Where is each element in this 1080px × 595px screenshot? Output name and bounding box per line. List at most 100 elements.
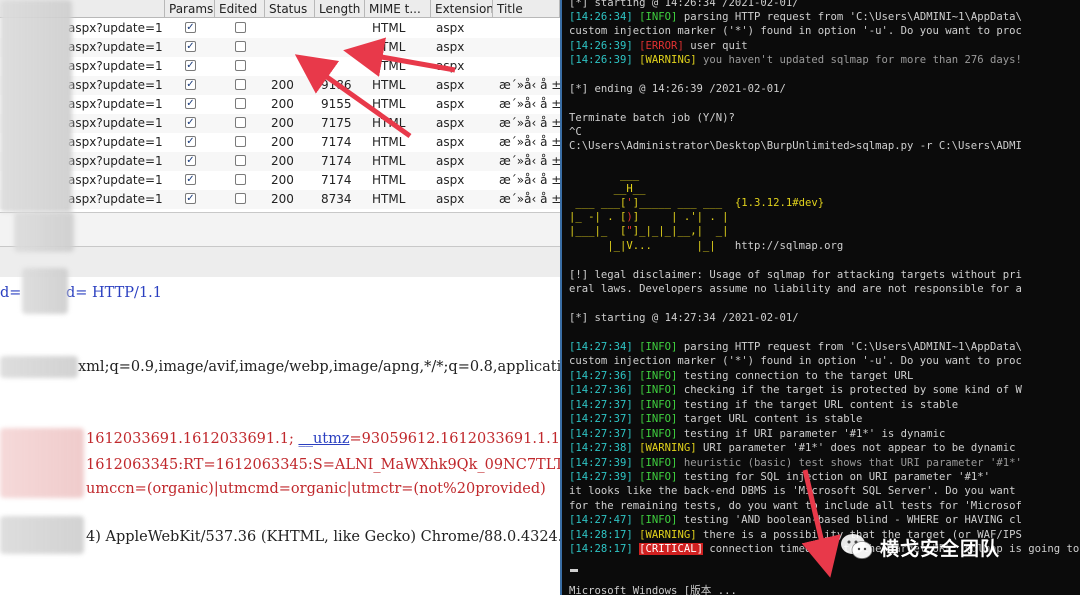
table-row[interactable]: aspx?update=1... ✓ HTML aspx — [0, 19, 560, 38]
sqlmap-logo: __H__ — [569, 183, 646, 195]
cell-mime: HTML — [372, 192, 406, 206]
request-line-tail: d= HTTP/1.1 — [66, 285, 162, 301]
cell-extension: aspx — [436, 192, 465, 206]
edited-checkbox[interactable] — [235, 98, 246, 109]
edited-checkbox[interactable] — [235, 22, 246, 33]
table-row[interactable]: aspx?update=1... ✓ 200 7174 HTML aspx æ´»å‹ å … — [0, 133, 560, 152]
terminal-line: [*] ending @ 14:26:39 /2021-02-01/ — [569, 83, 786, 95]
cell-title: æ´»å‹ å ±å — [499, 97, 560, 111]
sqlmap-terminal[interactable]: [*] starting @ 14:26:34 /2021-02-01/ [14… — [560, 0, 1080, 595]
cell-length: 7174 — [321, 173, 352, 187]
proxy-history-table: Params Edited Status Length MIME t... Ex… — [0, 0, 560, 213]
cell-extension: aspx — [436, 21, 465, 35]
cell-length: 9155 — [321, 97, 352, 111]
blur-mask-ua — [0, 516, 84, 554]
column-header-mime[interactable]: MIME t... — [365, 0, 431, 18]
cell-title: æ´»å‹ å ±å — [499, 135, 560, 149]
params-checkbox[interactable]: ✓ — [185, 98, 196, 109]
terminal-line: it looks like the back-end DBMS is 'Micr… — [569, 485, 1016, 497]
column-header-extension[interactable]: Extension — [431, 0, 493, 18]
terminal-line: [14:27:37] [INFO] testing if URI paramet… — [569, 428, 946, 440]
terminal-line: custom injection marker ('*') found in o… — [569, 25, 1022, 37]
column-header-title[interactable]: Title — [493, 0, 560, 18]
params-checkbox[interactable]: ✓ — [185, 60, 196, 71]
edited-checkbox[interactable] — [235, 60, 246, 71]
cell-extension: aspx — [436, 154, 465, 168]
column-header-params[interactable]: Params — [165, 0, 215, 18]
request-editor[interactable]: d= d= HTTP/1.1 xml;q=0.9,image/avif,imag… — [0, 277, 560, 595]
cell-status: 200 — [271, 135, 294, 149]
cell-title — [499, 57, 560, 76]
cell-extension: aspx — [436, 135, 465, 149]
cell-title: æ´»å‹ å ±å — [499, 78, 560, 92]
params-checkbox[interactable]: ✓ — [185, 174, 196, 185]
edited-checkbox[interactable] — [235, 193, 246, 204]
cell-mime: HTML — [372, 116, 406, 130]
terminal-line: [14:27:34] [INFO] parsing HTTP request f… — [569, 341, 1022, 353]
blur-mask-request — [22, 268, 68, 314]
cell-length — [321, 19, 361, 38]
terminal-line: Terminate batch job (Y/N)? — [569, 112, 735, 124]
cell-length: 7174 — [321, 154, 352, 168]
cell-mime: HTML — [372, 135, 406, 149]
cell-url: aspx?update=1... — [68, 59, 163, 73]
cell-status: 200 — [271, 116, 294, 130]
cell-length: 7174 — [321, 135, 352, 149]
cell-mime: HTML — [372, 59, 406, 73]
terminal-line: [14:27:38] [WARNING] URI parameter '#1*'… — [569, 442, 1016, 454]
cookie-value-3: umccn=(organic)|utmcmd=organic|utmctr=(n… — [86, 481, 546, 497]
cell-extension: aspx — [436, 173, 465, 187]
params-checkbox[interactable]: ✓ — [185, 41, 196, 52]
params-checkbox[interactable]: ✓ — [185, 79, 196, 90]
cell-title: æ´»å‹ å ±å — [499, 192, 560, 206]
cell-title: æ´»å‹ å ±å — [499, 116, 560, 130]
params-checkbox[interactable]: ✓ — [185, 117, 196, 128]
terminal-line: [14:28:17] [CRITICAL] connection timed o… — [569, 543, 1080, 555]
terminal-line: [14:27:36] [INFO] testing connection to … — [569, 370, 914, 382]
edited-checkbox[interactable] — [235, 117, 246, 128]
cell-status: 200 — [271, 173, 294, 187]
terminal-cursor — [570, 569, 578, 572]
blur-mask-gap — [14, 212, 74, 252]
table-row[interactable]: aspx?update=1... ✓ HTML aspx — [0, 38, 560, 57]
request-line-param: d= — [0, 285, 22, 301]
params-checkbox[interactable]: ✓ — [185, 155, 196, 166]
edited-checkbox[interactable] — [235, 155, 246, 166]
edited-checkbox[interactable] — [235, 79, 246, 90]
terminal-line: ^C — [569, 126, 582, 138]
cell-mime: HTML — [372, 21, 406, 35]
cookie-value-2: 1612063345:RT=1612063345:S=ALNI_MaWXhk9Q… — [86, 457, 560, 473]
cell-url: aspx?update=1... — [68, 173, 163, 187]
params-checkbox[interactable]: ✓ — [185, 136, 196, 147]
cell-extension: aspx — [436, 97, 465, 111]
column-header-status[interactable]: Status — [265, 0, 315, 18]
params-checkbox[interactable]: ✓ — [185, 193, 196, 204]
edited-checkbox[interactable] — [235, 136, 246, 147]
table-row[interactable]: aspx?update=1... ✓ 200 7174 HTML aspx æ´»å‹ å … — [0, 152, 560, 171]
message-editor-tabs — [0, 246, 560, 278]
table-row[interactable]: aspx?update=1... ✓ 200 9186 HTML aspx æ´»å‹ å … — [0, 76, 560, 95]
cell-status: 200 — [271, 192, 294, 206]
cell-extension: aspx — [436, 40, 465, 54]
terminal-line: [14:26:34] [INFO] parsing HTTP request f… — [569, 11, 1022, 23]
column-header-length[interactable]: Length — [315, 0, 365, 18]
sqlmap-logo: ___ — [569, 169, 640, 181]
params-checkbox[interactable]: ✓ — [185, 22, 196, 33]
cell-status — [271, 38, 311, 57]
cell-length — [321, 57, 361, 76]
edited-checkbox[interactable] — [235, 174, 246, 185]
table-row[interactable]: aspx?update=1... ✓ 200 7174 HTML aspx æ´»å‹ å … — [0, 171, 560, 190]
table-row[interactable]: aspx?update=1... ✓ 200 8734 HTML aspx æ´»å‹ å … — [0, 190, 560, 209]
cell-url: aspx?update=1... — [68, 97, 163, 111]
table-row[interactable]: aspx?update=1... ✓ 200 7175 HTML aspx æ´»å‹ å … — [0, 114, 560, 133]
cell-url: aspx?update=1... — [68, 21, 163, 35]
table-row[interactable]: aspx?update=1... ✓ HTML aspx — [0, 57, 560, 76]
terminal-line: [14:27:39] [INFO] heuristic (basic) test… — [569, 457, 1022, 469]
terminal-line: [14:27:37] [INFO] target URL content is … — [569, 413, 863, 425]
sqlmap-logo: |___|_ ["]_|_|_|__,| _| — [569, 225, 729, 237]
terminal-command: C:\Users\Administrator\Desktop\BurpUnlim… — [569, 140, 1022, 152]
table-row[interactable]: aspx?update=1... ✓ 200 9155 HTML aspx æ´»å‹ å … — [0, 95, 560, 114]
terminal-line: [14:27:47] [INFO] testing 'AND boolean-b… — [569, 514, 1022, 526]
edited-checkbox[interactable] — [235, 41, 246, 52]
column-header-edited[interactable]: Edited — [215, 0, 265, 18]
